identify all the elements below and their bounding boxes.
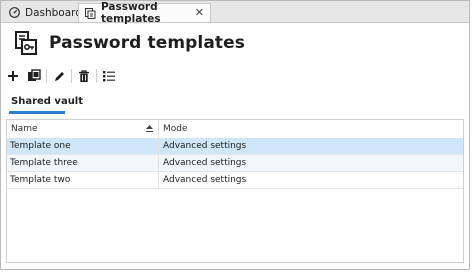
- page-header: Password templates: [13, 29, 245, 57]
- table-row[interactable]: Template one Advanced settings: [7, 138, 463, 155]
- cell-mode: Advanced settings: [163, 158, 247, 168]
- column-header-name[interactable]: Name: [7, 120, 159, 138]
- sort-icon[interactable]: [145, 124, 154, 133]
- column-header-label: Mode: [163, 124, 188, 134]
- toolbar-divider: [96, 69, 97, 83]
- table-row[interactable]: Template three Advanced settings: [7, 155, 463, 172]
- tab-label: Dashboard: [25, 6, 82, 19]
- password-templates-icon: [85, 7, 96, 19]
- tab-label: Password templates: [101, 1, 161, 25]
- table-header: Name Mode: [7, 120, 463, 139]
- duplicate-icon[interactable]: [26, 68, 42, 84]
- add-icon[interactable]: [5, 68, 21, 84]
- toolbar-divider: [46, 69, 47, 83]
- delete-icon[interactable]: [76, 68, 92, 84]
- cell-mode: Advanced settings: [163, 141, 247, 151]
- cell-name: Template one: [7, 138, 159, 154]
- tab-dashboard[interactable]: Dashboard: [3, 3, 82, 22]
- cell-name: Template two: [7, 172, 159, 188]
- toolbar-divider: [71, 69, 72, 83]
- tab-password-templates[interactable]: Password templates ✕: [78, 1, 211, 25]
- cell-mode: Advanced settings: [163, 175, 247, 185]
- edit-icon[interactable]: [51, 68, 67, 84]
- checklist-icon[interactable]: [101, 68, 117, 84]
- table-row[interactable]: Template two Advanced settings: [7, 172, 463, 189]
- templates-table: Name Mode Template one Advanced settings…: [6, 119, 464, 263]
- column-header-label: Name: [11, 124, 38, 134]
- page-title: Password templates: [49, 33, 245, 53]
- app-window: Dashboard Password templates ✕ Password …: [0, 0, 470, 270]
- tab-strip: Dashboard Password templates ✕: [1, 1, 469, 25]
- tab-shared-vault[interactable]: Shared vault: [11, 96, 83, 107]
- password-templates-icon: [13, 30, 39, 56]
- dashboard-icon: [9, 7, 20, 18]
- active-tab-indicator: [9, 111, 65, 114]
- toolbar: [5, 67, 117, 85]
- column-header-mode[interactable]: Mode: [159, 120, 463, 138]
- cell-name: Template three: [7, 155, 159, 171]
- close-icon[interactable]: ✕: [195, 6, 204, 19]
